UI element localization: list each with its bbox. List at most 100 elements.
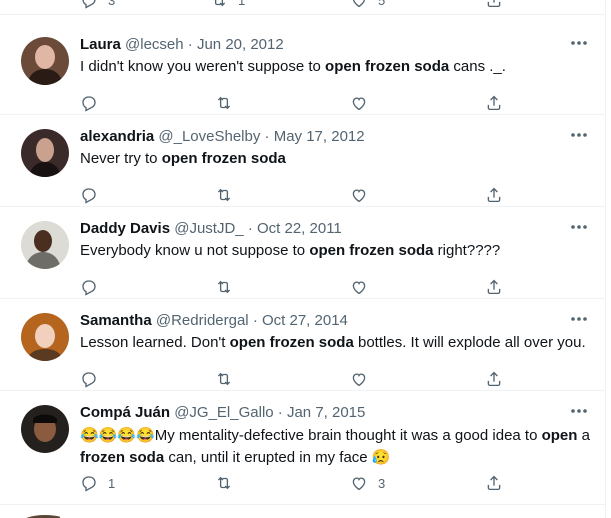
share-button[interactable] [485, 93, 503, 113]
reply-icon [82, 96, 96, 112]
tweet-actions [80, 277, 592, 297]
reply-button[interactable] [80, 185, 108, 205]
avatar[interactable] [21, 405, 69, 453]
tweet-header: Daddy Davis @JustJD_ · Oct 22, 2011 [80, 219, 342, 239]
reply-icon [82, 476, 96, 492]
retweet-icon [217, 96, 231, 110]
tweet-date[interactable]: May 17, 2012 [274, 128, 365, 145]
retweet-button[interactable] [215, 277, 243, 297]
retweet-button[interactable] [215, 369, 243, 389]
like-icon [352, 189, 366, 203]
tweet-text: Never try to open frozen soda [80, 149, 592, 169]
more-icon [571, 409, 587, 413]
text-segment: Never try to [80, 150, 162, 167]
tweet-card[interactable]: alexandria @_LoveShelby · May 17, 2012 N… [0, 115, 605, 207]
share-button[interactable] [485, 277, 503, 297]
emoji-segment: 😥 [371, 449, 391, 466]
reply-icon [82, 280, 96, 296]
tweet-date[interactable]: Oct 22, 2011 [257, 220, 342, 237]
more-options-button[interactable] [569, 36, 589, 48]
user-handle[interactable]: @_LoveShelby [158, 128, 260, 145]
retweet-icon [217, 188, 231, 202]
more-options-button[interactable] [569, 220, 589, 232]
text-segment: a [577, 427, 590, 444]
tweet-text: Lesson learned. Don't open frozen soda b… [80, 333, 592, 353]
tweet-date[interactable]: Jun 20, 2012 [197, 36, 284, 53]
more-options-button[interactable] [569, 404, 589, 416]
like-button[interactable] [350, 185, 378, 205]
like-button[interactable] [350, 277, 378, 297]
retweet-button[interactable] [215, 93, 243, 113]
reply-count: 3 [108, 0, 116, 8]
tweet-actions [80, 369, 592, 389]
user-handle[interactable]: @JustJD_ [174, 220, 243, 237]
highlighted-term: open [541, 427, 578, 444]
user-handle[interactable]: @lecseh [125, 36, 184, 53]
text-segment: Lesson learned. Don't [80, 334, 230, 351]
share-button[interactable] [485, 0, 503, 10]
tweet-card[interactable]: Laura @lecseh · Jun 20, 2012 I didn't kn… [0, 23, 605, 115]
retweet-button[interactable] [215, 185, 243, 205]
tweet-date[interactable]: Oct 27, 2014 [262, 312, 348, 329]
like-icon [352, 477, 366, 491]
retweet-icon [214, 0, 226, 7]
avatar[interactable] [21, 221, 69, 269]
reply-button[interactable]: 3 [80, 0, 115, 10]
reply-button[interactable] [80, 369, 108, 389]
user-handle[interactable]: @Redridergal [156, 312, 249, 329]
display-name[interactable]: Laura [80, 36, 121, 53]
like-button[interactable] [350, 369, 378, 389]
reply-icon [82, 0, 96, 9]
share-button[interactable] [485, 369, 503, 389]
tweet-actions: 1 3 [80, 473, 592, 493]
text-segment: Everybody know u not suppose to [80, 242, 310, 259]
share-button[interactable] [485, 473, 503, 493]
reply-button[interactable] [80, 277, 108, 297]
reply-button[interactable]: 1 [80, 473, 115, 493]
like-button[interactable]: 5 [350, 0, 385, 10]
more-options-button[interactable] [569, 312, 589, 324]
tweet-actions [80, 93, 592, 113]
retweet-button[interactable]: 1 [210, 0, 245, 10]
highlighted-term: open frozen soda [229, 334, 354, 351]
display-name[interactable]: alexandria [80, 128, 154, 145]
user-handle[interactable]: @JG_El_Gallo [174, 404, 273, 421]
reply-icon [82, 372, 96, 388]
display-name[interactable]: Samantha [80, 312, 152, 329]
tweet-header: Samantha @Redridergal · Oct 27, 2014 [80, 311, 348, 331]
separator-dot: · [252, 312, 258, 329]
like-count: 5 [378, 0, 386, 8]
avatar[interactable] [21, 37, 69, 85]
tweet-date[interactable]: Jan 7, 2015 [287, 404, 365, 421]
share-icon [487, 475, 501, 491]
reply-button[interactable] [80, 93, 108, 113]
avatar[interactable] [21, 129, 69, 177]
reply-count: 1 [108, 475, 116, 491]
like-button[interactable] [350, 93, 378, 113]
more-options-button[interactable] [569, 128, 589, 140]
share-icon [487, 0, 501, 8]
search-results-timeline: 3 1 5 Laura @lecseh · Jun 20, 2012 I did… [0, 0, 606, 518]
retweet-button[interactable] [215, 473, 243, 493]
tweet-header: alexandria @_LoveShelby · May 17, 2012 [80, 127, 365, 147]
like-button[interactable]: 3 [350, 473, 385, 493]
avatar[interactable] [21, 313, 69, 361]
tweet-card[interactable]: Compá Juán @JG_El_Gallo · Jan 7, 2015 😂😂… [0, 391, 605, 505]
share-button[interactable] [485, 185, 503, 205]
tweet-text: 😂😂😂😂My mentality-defective brain thought… [80, 425, 592, 469]
like-icon [352, 373, 366, 387]
separator-dot: · [187, 36, 193, 53]
display-name[interactable]: Compá Juán [80, 404, 170, 421]
retweet-icon [217, 280, 231, 294]
text-segment: cans ._. [449, 58, 506, 75]
like-icon [352, 0, 366, 8]
tweet-header: Compá Juán @JG_El_Gallo · Jan 7, 2015 [80, 403, 365, 423]
tweet-card[interactable]: Daddy Davis @JustJD_ · Oct 22, 2011 Ever… [0, 207, 605, 299]
previous-tweet-actions: 3 1 5 [0, 0, 605, 15]
tweet-card[interactable]: Samantha @Redridergal · Oct 27, 2014 Les… [0, 299, 605, 391]
display-name[interactable]: Daddy Davis [80, 220, 170, 237]
share-icon [487, 279, 501, 295]
retweet-icon [217, 372, 231, 386]
reply-icon [82, 188, 96, 204]
retweet-icon [217, 476, 231, 490]
